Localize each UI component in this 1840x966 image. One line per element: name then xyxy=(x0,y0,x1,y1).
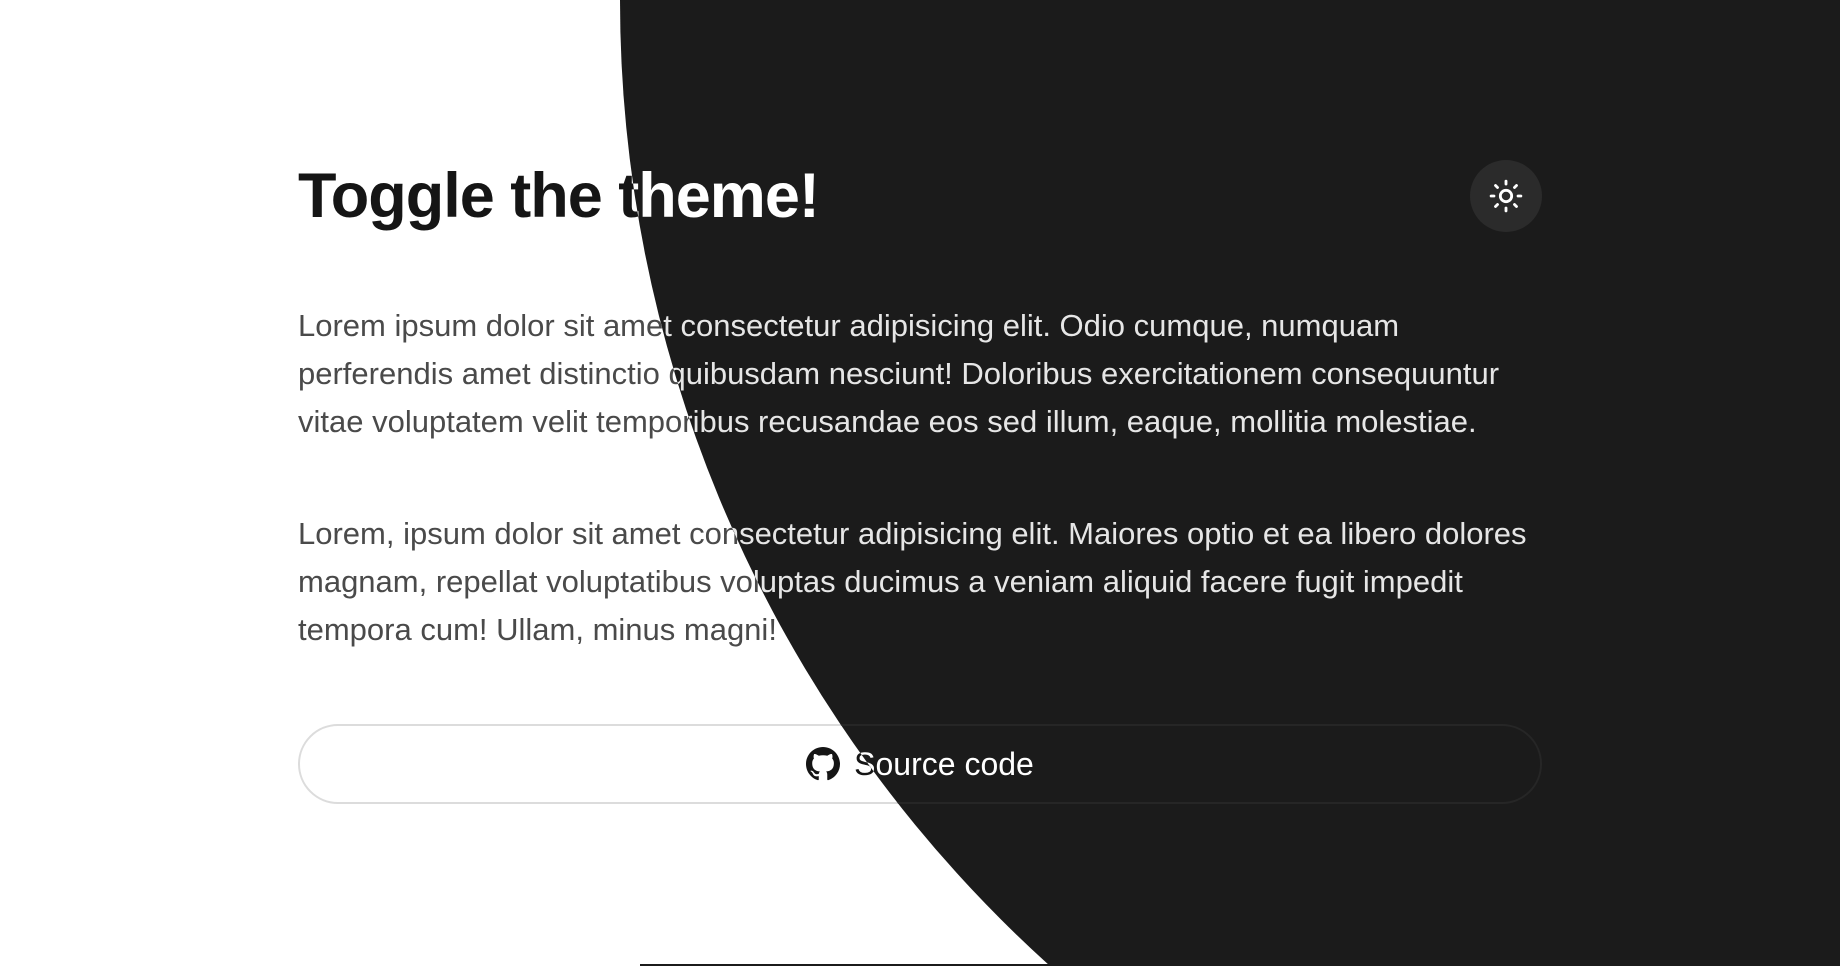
github-icon xyxy=(806,747,841,781)
theme-demo-page: Toggle the theme! Lorem ipsum xyxy=(0,0,1840,966)
source-code-label-dark: Source code xyxy=(854,745,1034,782)
sun-icon xyxy=(1489,179,1523,213)
theme-toggle-button-dark[interactable] xyxy=(1470,160,1542,232)
